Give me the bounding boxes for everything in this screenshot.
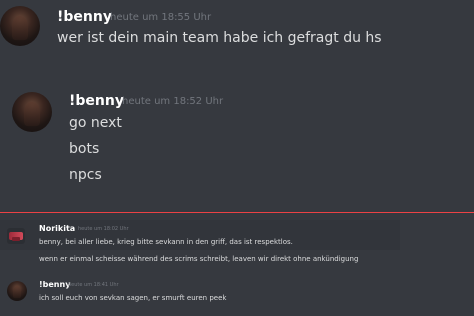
message-text: wenn er einmal scheisse während des scri… — [39, 255, 359, 263]
avatar[interactable] — [7, 281, 27, 301]
new-messages-divider — [0, 212, 474, 213]
avatar[interactable] — [12, 92, 52, 132]
message-text: wer ist dein main team habe ich gefragt … — [57, 30, 382, 46]
avatar[interactable] — [0, 6, 40, 46]
message-username[interactable]: Norikita — [39, 224, 75, 233]
message-text: npcs — [69, 167, 102, 183]
avatar[interactable] — [7, 228, 25, 244]
message-text: benny, bei aller liebe, krieg bitte sevk… — [39, 238, 293, 246]
message-username[interactable]: !benny — [39, 280, 70, 289]
message-text: bots — [69, 141, 100, 157]
message-username[interactable]: !benny — [57, 9, 112, 25]
message-timestamp: heute um 18:41 Uhr — [68, 282, 119, 288]
message-timestamp: heute um 18:52 Uhr — [122, 96, 224, 107]
message-timestamp: heute um 18:55 Uhr — [110, 12, 212, 23]
message-text: go next — [69, 115, 122, 131]
message-timestamp: heute um 18:02 Uhr — [78, 226, 129, 232]
message-username[interactable]: !benny — [69, 93, 124, 109]
message-text: ich soll euch von sevkan sagen, er smurf… — [39, 294, 227, 302]
